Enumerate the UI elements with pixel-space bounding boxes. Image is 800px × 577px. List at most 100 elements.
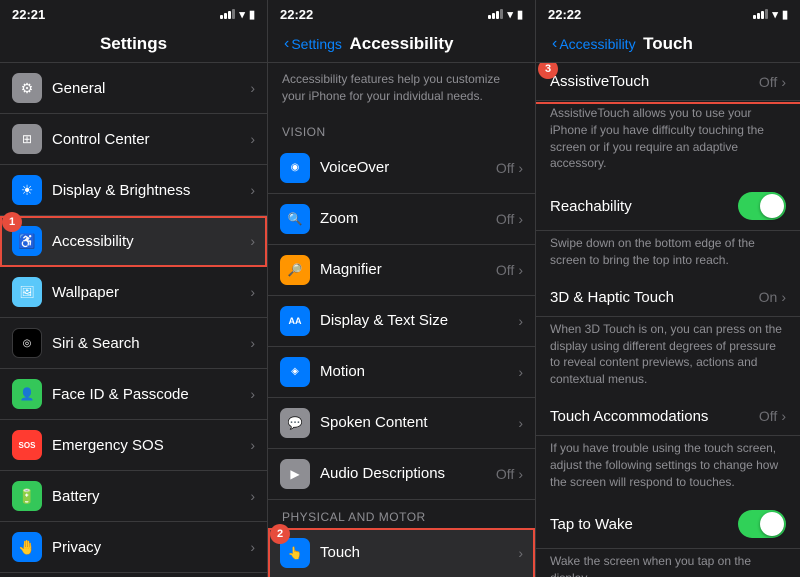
chevron-icon: ›	[518, 415, 523, 431]
general-label: General	[52, 80, 250, 97]
battery-icon-m: ▮	[517, 8, 523, 21]
accessibility-list: Accessibility features help you customiz…	[268, 63, 535, 577]
settings-item-display[interactable]: ☀ Display & Brightness ›	[0, 165, 267, 216]
motion-label: Motion	[320, 363, 518, 380]
touch-label: Touch	[320, 544, 518, 561]
spoken-icon: 💬	[280, 408, 310, 438]
battery-label: Battery	[52, 488, 250, 505]
touch-accommodations-label: Touch Accommodations	[550, 408, 708, 425]
siri-icon: ◎	[12, 328, 42, 358]
chevron-icon: ›	[250, 539, 255, 555]
control-center-label: Control Center	[52, 131, 250, 148]
accessibility-item-motion[interactable]: ◈ Motion ›	[268, 347, 535, 398]
back-label-right: Accessibility	[559, 36, 635, 52]
chevron-icon: ›	[250, 80, 255, 96]
settings-item-general[interactable]: ⚙ General ›	[0, 63, 267, 114]
accessibility-item-touch[interactable]: 2 👆 Touch ›	[268, 528, 535, 577]
chevron-icon: ›	[518, 160, 523, 176]
settings-item-faceid[interactable]: 👤 Face ID & Passcode ›	[0, 369, 267, 420]
back-chevron-icon-r: ‹	[552, 36, 557, 52]
accessibility-item-voiceover[interactable]: ◉ VoiceOver Off ›	[268, 143, 535, 194]
haptic-touch-description: When 3D Touch is on, you can press on th…	[536, 317, 800, 398]
accessibility-item-zoom[interactable]: 🔍 Zoom Off ›	[268, 194, 535, 245]
back-label-middle: Settings	[291, 36, 342, 52]
zoom-label: Zoom	[320, 210, 496, 227]
settings-item-privacy[interactable]: 🤚 Privacy ›	[0, 522, 267, 573]
audio-desc-label: Audio Descriptions	[320, 465, 496, 482]
tap-to-wake-row[interactable]: Tap to Wake	[536, 500, 800, 549]
chevron-icon: ›	[518, 466, 523, 482]
settings-header: Settings	[0, 28, 267, 63]
accessibility-item-audio-desc[interactable]: ▶ Audio Descriptions Off ›	[268, 449, 535, 500]
settings-item-itunes[interactable]: A iTunes & App Store ›	[0, 573, 267, 577]
step2-badge: 2	[270, 524, 290, 544]
faceid-icon: 👤	[12, 379, 42, 409]
touch-content: 3 AssistiveTouch Off › AssistiveTouch al…	[536, 63, 800, 577]
settings-item-wallpaper[interactable]: 🖼 Wallpaper ›	[0, 267, 267, 318]
settings-item-battery[interactable]: 🔋 Battery ›	[0, 471, 267, 522]
wallpaper-icon: 🖼	[12, 277, 42, 307]
audio-desc-value: Off	[496, 466, 514, 482]
display-text-icon: AA	[280, 306, 310, 336]
chevron-icon: ›	[518, 313, 523, 329]
touch-header: ‹ Accessibility Touch	[536, 28, 800, 63]
accessibility-item-spoken[interactable]: 💬 Spoken Content ›	[268, 398, 535, 449]
back-to-accessibility[interactable]: ‹ Accessibility	[552, 36, 636, 52]
chevron-icon: ›	[250, 284, 255, 300]
assistivetouch-row[interactable]: AssistiveTouch Off ›	[536, 63, 800, 101]
magnifier-icon: 🔎	[280, 255, 310, 285]
haptic-chevron: ›	[781, 289, 786, 305]
spoken-label: Spoken Content	[320, 414, 518, 431]
chevron-icon: ›	[250, 488, 255, 504]
step1-badge: 1	[2, 212, 22, 232]
magnifier-value: Off	[496, 262, 514, 278]
reachability-toggle[interactable]	[738, 192, 786, 220]
faceid-label: Face ID & Passcode	[52, 386, 250, 403]
vision-section-label: VISION	[268, 115, 535, 143]
accessibility-item-display-text[interactable]: AA Display & Text Size ›	[268, 296, 535, 347]
time-middle: 22:22	[280, 7, 313, 22]
wallpaper-label: Wallpaper	[52, 284, 250, 301]
reachability-row[interactable]: Reachability	[536, 182, 800, 231]
touch-accommodations-row[interactable]: Touch Accommodations Off ›	[536, 398, 800, 436]
tap-to-wake-label: Tap to Wake	[550, 516, 633, 533]
assistivetouch-description: AssistiveTouch allows you to use your iP…	[536, 101, 800, 182]
toggle-knob	[760, 194, 784, 218]
haptic-touch-row[interactable]: 3D & Haptic Touch On ›	[536, 279, 800, 317]
settings-item-sos[interactable]: SOS Emergency SOS ›	[0, 420, 267, 471]
touch-title: Touch	[643, 34, 693, 54]
accessibility-header-row: ‹ Settings Accessibility	[284, 34, 519, 54]
zoom-value: Off	[496, 211, 514, 227]
status-icons-right: ▾ ▮	[753, 8, 788, 21]
tap-to-wake-description: Wake the screen when you tap on the disp…	[536, 549, 800, 577]
haptic-touch-label: 3D & Haptic Touch	[550, 289, 674, 306]
accessibility-label: Accessibility	[52, 233, 250, 250]
assistivetouch-value-group: Off ›	[759, 74, 786, 90]
status-icons-left: ▾ ▮	[220, 8, 255, 21]
status-bar-middle: 22:22 ▾ ▮	[268, 0, 535, 28]
privacy-label: Privacy	[52, 539, 250, 556]
control-center-icon: ⊞	[12, 124, 42, 154]
reachability-description: Swipe down on the bottom edge of the scr…	[536, 231, 800, 279]
chevron-icon: ›	[518, 262, 523, 278]
chevron-icon: ›	[250, 182, 255, 198]
tap-to-wake-toggle[interactable]	[738, 510, 786, 538]
back-to-settings[interactable]: ‹ Settings	[284, 36, 342, 52]
status-icons-middle: ▾ ▮	[488, 8, 523, 21]
chevron-icon: ›	[518, 545, 523, 561]
settings-item-accessibility[interactable]: 1 ♿ Accessibility ›	[0, 216, 267, 267]
signal-icon-m	[488, 9, 503, 19]
time-right: 22:22	[548, 7, 581, 22]
zoom-icon: 🔍	[280, 204, 310, 234]
wifi-icon-m: ▾	[507, 8, 513, 21]
audio-desc-icon: ▶	[280, 459, 310, 489]
accessibility-item-magnifier[interactable]: 🔎 Magnifier Off ›	[268, 245, 535, 296]
settings-item-siri[interactable]: ◎ Siri & Search ›	[0, 318, 267, 369]
settings-item-control-center[interactable]: ⊞ Control Center ›	[0, 114, 267, 165]
display-text-label: Display & Text Size	[320, 312, 518, 329]
haptic-touch-value: On	[759, 289, 778, 305]
accessibility-header: ‹ Settings Accessibility	[268, 28, 535, 63]
settings-panel: 22:21 ▾ ▮ Settings ⚙ General › ⊞ Control…	[0, 0, 268, 577]
magnifier-label: Magnifier	[320, 261, 496, 278]
signal-icon	[220, 9, 235, 19]
